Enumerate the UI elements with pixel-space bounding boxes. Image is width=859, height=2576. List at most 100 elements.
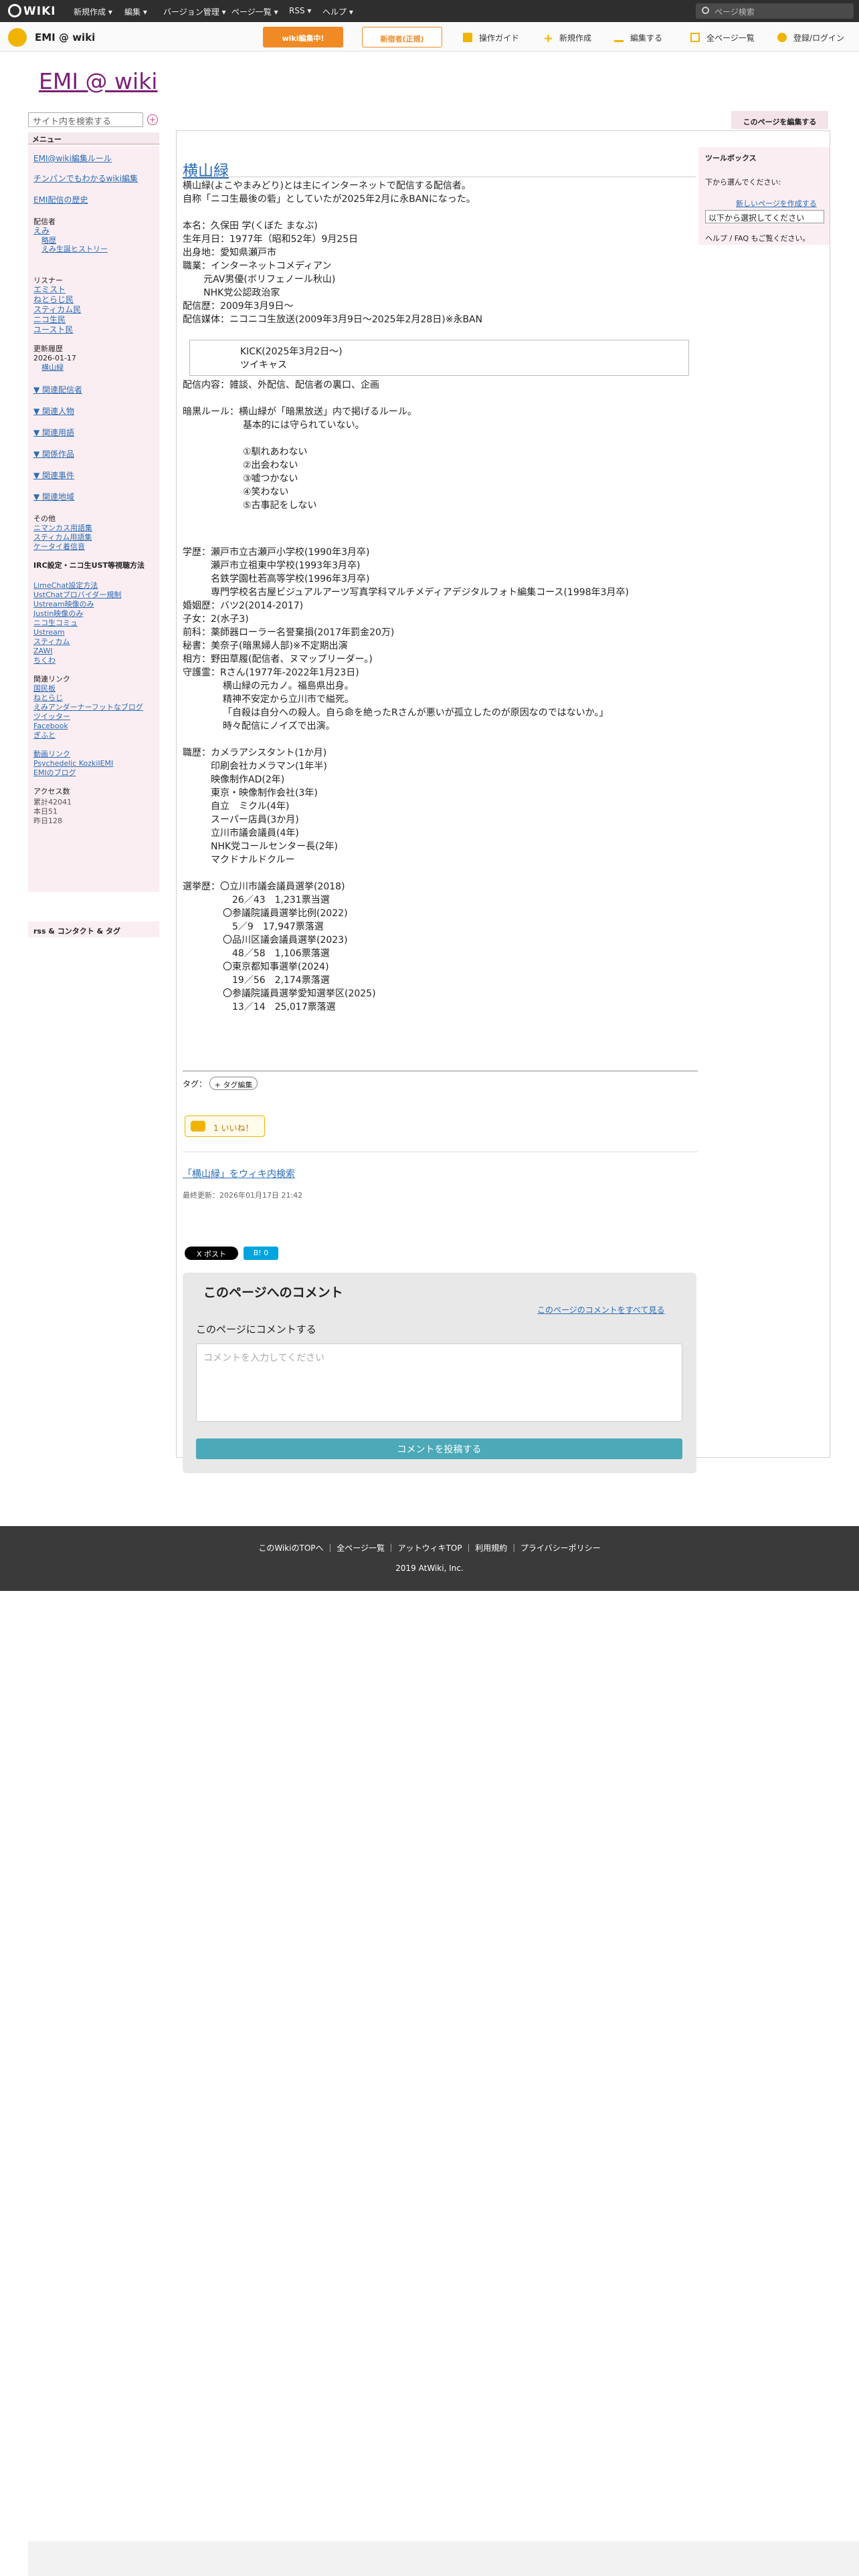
menu-version[interactable]: バージョン管理 ▾	[163, 6, 226, 17]
sidebar-link-zawi[interactable]: ZAWI	[33, 646, 53, 656]
site-logo-icon[interactable]	[8, 28, 27, 47]
menu-new[interactable]: 新規作成 ▾	[74, 6, 112, 17]
menu-pages[interactable]: ページ一覧 ▾	[231, 6, 278, 17]
sidebar-link-twitter[interactable]: ツイッター	[33, 712, 70, 722]
create-button[interactable]: + 新規作成	[543, 32, 591, 45]
wiki-search-link[interactable]: 「横山緑」をウィキ内検索	[183, 1167, 295, 1180]
page-search-input[interactable]: ページ検索	[696, 3, 854, 19]
sidebar-link-birth[interactable]: えみ生誕ヒストリー	[41, 244, 108, 254]
guide-button[interactable]: 操作ガイド	[463, 32, 519, 43]
access-total: 累計42041	[33, 798, 72, 807]
text-line: 26／43 1,231票当選	[232, 895, 330, 905]
text-line: 精神不安定から立川市で縊死。	[223, 694, 354, 705]
sidebar-link-facebook[interactable]: Facebook	[33, 721, 68, 731]
text-line: 〇参議院議員選挙比例(2022)	[223, 908, 348, 919]
sidebar-link-limechat[interactable]: LimeChat設定方法	[33, 580, 98, 591]
edit-button[interactable]: 編集する	[614, 32, 662, 43]
sidebar-link-stickam2[interactable]: スティカム	[33, 637, 70, 647]
wiki-title[interactable]: EMI @ wiki	[39, 68, 157, 94]
comment-title: このページへのコメント	[203, 1285, 343, 1300]
sidebar-link-video[interactable]: 動画リンク	[33, 749, 70, 759]
sidebar-link-justin-video[interactable]: Justin映像のみ	[33, 609, 83, 619]
atwiki-logo[interactable]: WIKI	[8, 4, 63, 18]
view-all-comments-link[interactable]: このページのコメントをすべて見る	[537, 1304, 664, 1315]
comment-submit-button[interactable]: コメントを投稿する	[196, 1438, 682, 1459]
text-line: スーパー店員(3か月)	[211, 815, 299, 825]
add-icon[interactable]: +	[147, 114, 158, 125]
text-line: 守護霊：Rさん(1977年-2022年1月23日)	[183, 667, 359, 678]
text-line: 東京・映像制作会社(3年)	[211, 788, 318, 798]
login-button[interactable]: 登録/ログイン	[777, 32, 844, 43]
site-name[interactable]: EMI @ wiki	[35, 31, 95, 43]
sidebar-link-chikuwa[interactable]: ちくわ	[33, 655, 56, 665]
tag-edit-button[interactable]: + タグ編集	[209, 1077, 258, 1090]
last-updated: 最終更新：2026年01月17日 21:42	[183, 1191, 303, 1200]
sidebar-link-emist[interactable]: エミスト	[33, 285, 66, 295]
footer-link-atwiki[interactable]: アットウィキTOP	[398, 1543, 462, 1553]
text-line: 配信内容：雑談、外配信、配信者の裏口、企画	[183, 380, 379, 391]
bookmark-icon	[463, 33, 472, 42]
text-line: ③嘘つかない	[243, 473, 298, 484]
sidebar-link-netradi2[interactable]: ねとらじ	[33, 693, 63, 703]
sidebar-link-ustchat[interactable]: UstChatプロバイダー規制	[33, 590, 121, 600]
sidebar-link-ringtone[interactable]: ケータイ着信音	[33, 542, 85, 552]
sidebar-toggle-terms[interactable]: ▼ 関連用語	[33, 428, 74, 438]
sidebar-link-nico-community[interactable]: ニコ生コミュ	[33, 618, 78, 628]
sidebar-link-board[interactable]: 国民板	[33, 683, 56, 693]
sidebar-link-rules[interactable]: EMI@wiki編集ルール	[33, 154, 112, 164]
sidebar-link-niconama[interactable]: ニコ生民	[33, 315, 66, 325]
ad-button[interactable]: 新宿者(正規)	[362, 27, 442, 47]
menu-help[interactable]: ヘルプ ▾	[322, 6, 353, 17]
toolbox-help[interactable]: ヘルプ / FAQ もご覧ください。	[705, 233, 810, 243]
site-search-input[interactable]: サイト内を検索する	[28, 112, 143, 127]
document-icon	[690, 33, 700, 42]
all-pages-button[interactable]: 全ページ一覧	[690, 32, 755, 43]
footer-link-privacy[interactable]: プライバシーポリシー	[520, 1543, 601, 1553]
sidebar-link-ustream[interactable]: Ustream	[33, 627, 65, 637]
sidebar-link-stickam-glossary[interactable]: スティカム用語集	[33, 532, 92, 542]
sidebar-toggle-streamers[interactable]: ▼ 関連配信者	[33, 385, 82, 395]
sidebar-link-glossary[interactable]: ニマンカス用語集	[33, 523, 92, 533]
text-line: 子女：2(水子3)	[183, 614, 249, 625]
like-button[interactable]: 1 いいね！	[185, 1115, 265, 1137]
sidebar-link-stickam[interactable]: スティカム民	[33, 305, 81, 315]
text-line: 〇参議院議員選挙愛知選挙区(2025)	[223, 988, 376, 999]
footer-link-all[interactable]: 全ページ一覧	[337, 1543, 385, 1553]
sidebar-link-ustream-video[interactable]: Ustream映像のみ	[33, 599, 94, 609]
x-post-button[interactable]: X ポスト	[185, 1247, 238, 1260]
menu-rss[interactable]: RSS ▾	[289, 6, 311, 15]
text-line: 職業：インターネットコメディアン	[183, 261, 332, 272]
sidebar-update-link[interactable]: 横山緑	[41, 362, 64, 372]
sidebar-link-netradi[interactable]: ねとらじ民	[33, 295, 74, 305]
new-page-link[interactable]: 新しいページを作成する	[736, 198, 817, 209]
sidebar-link-emi[interactable]: えみ	[33, 226, 50, 236]
sidebar-link-ust[interactable]: ユースト民	[33, 325, 73, 335]
sidebar-link-blog[interactable]: えみアンダーナーフットなブログ	[33, 702, 143, 712]
sidebar-toggle-incidents[interactable]: ▼ 関連事件	[33, 471, 74, 481]
users-icon	[777, 33, 787, 42]
access-today: 本日51	[33, 807, 58, 816]
footer-link-top[interactable]: このWikiのTOPへ	[258, 1543, 323, 1553]
footer-link-terms[interactable]: 利用規約	[475, 1543, 507, 1553]
sidebar-toggle-people[interactable]: ▼ 関連人物	[33, 407, 74, 417]
sidebar-link-gift[interactable]: ぎふと	[33, 730, 56, 740]
toolbox-select[interactable]: 以下から選択してください	[705, 210, 824, 223]
sidebar-toggle-regions[interactable]: ▼ 関連地域	[33, 492, 74, 502]
sidebar-link-history[interactable]: EMI配信の歴史	[33, 195, 88, 205]
text-line: NHK党公認政治家	[183, 288, 280, 298]
menu-edit[interactable]: 編集 ▾	[124, 6, 147, 17]
sidebar-link-psychedelic[interactable]: Psychedelic KozkilEMI	[33, 758, 113, 768]
sidebar-rss-header[interactable]: rss & コンタクト & タグ	[28, 922, 159, 938]
toolbox-prompt: 下から選んでください:	[705, 178, 781, 187]
text-line: 学歴：瀬戸市立古瀬戸小学校(1990年3月卒)	[183, 547, 370, 558]
sidebar-link-edit-guide[interactable]: チンパンでもわかるwiki編集	[33, 174, 138, 184]
wiki-editing-button[interactable]: wiki編集中!	[263, 27, 343, 47]
sidebar-menu-header: メニュー	[28, 132, 159, 144]
edit-this-page-button[interactable]: このページを編集する	[731, 111, 828, 129]
comment-textarea[interactable]: コメントを入力してください	[196, 1344, 682, 1422]
sidebar-link-emi-blog[interactable]: EMIのブログ	[33, 768, 76, 778]
text-line: 〇東京都知事選挙(2024)	[223, 962, 329, 972]
text-line: 名鉄学園杜若高等学校(1996年3月卒)	[211, 574, 370, 584]
sidebar-toggle-works[interactable]: ▼ 関係作品	[33, 449, 74, 459]
hatena-bookmark-button[interactable]: B! 0	[244, 1247, 278, 1260]
